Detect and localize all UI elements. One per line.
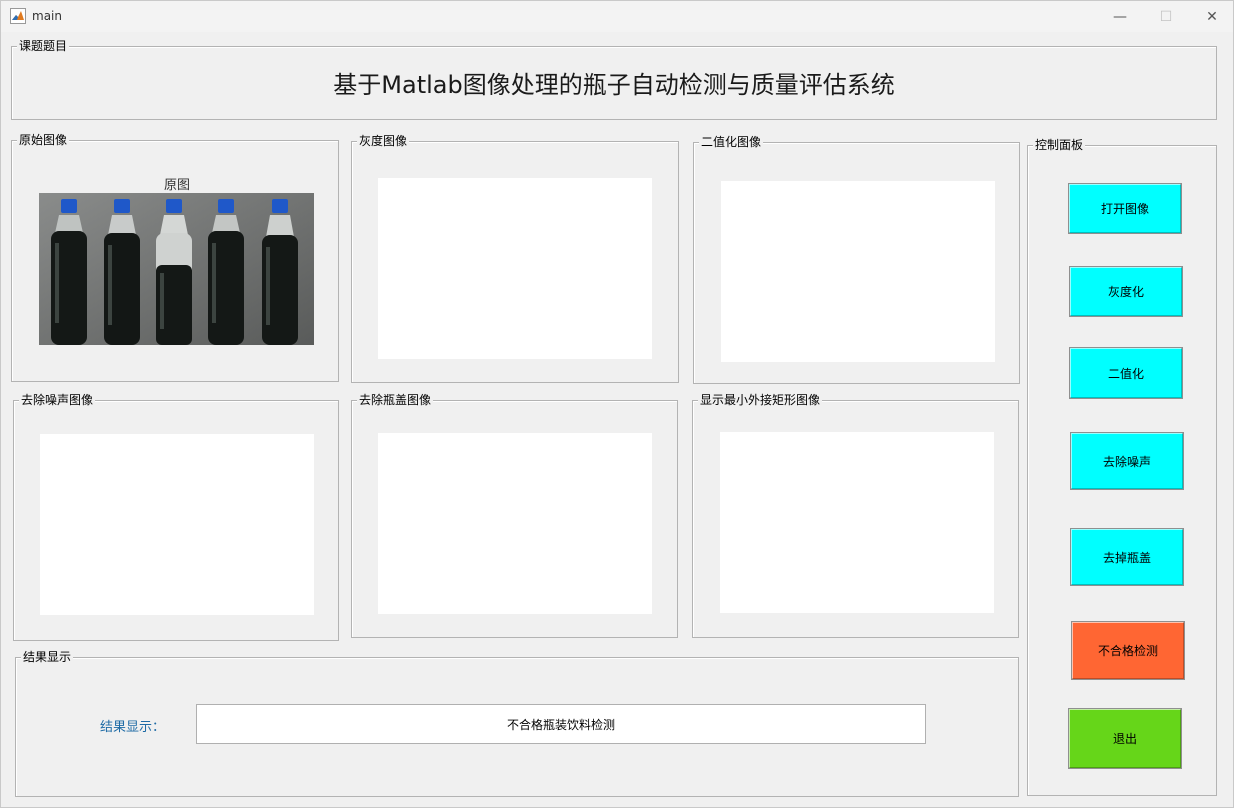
original-image-panel: 原始图像 原图 (11, 133, 339, 382)
denoise-image-legend: 去除噪声图像 (19, 393, 96, 407)
maximize-button[interactable]: ☐ (1143, 1, 1189, 32)
close-icon: ✕ (1206, 8, 1218, 25)
bottles-image (39, 193, 314, 345)
app-window: main — ☐ ✕ 课题题目 基于Matlab图像处理的瓶子自动检测与质量评估… (0, 0, 1234, 808)
window-title: main (32, 9, 62, 23)
binary-image-axes (721, 181, 995, 362)
bottles-photo (39, 193, 314, 345)
remove-cap-image-panel: 去除瓶盖图像 (351, 393, 678, 638)
denoise-image-axes (40, 434, 314, 615)
result-label: 结果显示： (100, 720, 166, 735)
binarize-button[interactable]: 二值化 (1069, 347, 1183, 399)
binary-image-panel: 二值化图像 (693, 135, 1020, 384)
matlab-app-icon (10, 8, 26, 24)
result-panel-legend: 结果显示 (21, 650, 74, 664)
min-rect-image-axes (720, 432, 994, 613)
result-display-field: 不合格瓶装饮料检测 (196, 704, 926, 744)
page-title: 基于Matlab图像处理的瓶子自动检测与质量评估系统 (333, 71, 895, 99)
min-rect-image-legend: 显示最小外接矩形图像 (698, 393, 823, 407)
minimize-button[interactable]: — (1097, 1, 1143, 32)
gray-image-panel: 灰度图像 (351, 134, 679, 383)
control-panel: 控制面板 打开图像 灰度化 二值化 去除噪声 去掉瓶盖 不合格检测 退出 (1027, 138, 1217, 796)
original-image-caption: 原图 (164, 178, 191, 193)
title-bar: main — ☐ ✕ (1, 1, 1233, 32)
grayscale-button[interactable]: 灰度化 (1069, 266, 1183, 317)
remove-cap-image-axes (378, 433, 652, 614)
original-image-legend: 原始图像 (17, 133, 70, 147)
denoise-image-panel: 去除噪声图像 (13, 393, 339, 641)
gray-image-legend: 灰度图像 (357, 134, 410, 148)
minimize-icon: — (1113, 8, 1127, 25)
title-panel: 课题题目 基于Matlab图像处理的瓶子自动检测与质量评估系统 (11, 39, 1217, 120)
result-panel: 结果显示 结果显示： 不合格瓶装饮料检测 (15, 650, 1019, 797)
binary-image-legend: 二值化图像 (699, 135, 764, 149)
open-image-button[interactable]: 打开图像 (1068, 183, 1182, 234)
close-button[interactable]: ✕ (1189, 1, 1234, 32)
min-rect-image-panel: 显示最小外接矩形图像 (692, 393, 1019, 638)
control-panel-legend: 控制面板 (1033, 138, 1086, 152)
exit-button[interactable]: 退出 (1068, 708, 1182, 769)
defect-detect-button[interactable]: 不合格检测 (1071, 621, 1185, 680)
denoise-button[interactable]: 去除噪声 (1070, 432, 1184, 490)
maximize-icon: ☐ (1159, 8, 1173, 25)
gray-image-axes (378, 178, 652, 359)
title-panel-legend: 课题题目 (17, 39, 70, 53)
remove-cap-button[interactable]: 去掉瓶盖 (1070, 528, 1184, 586)
remove-cap-image-legend: 去除瓶盖图像 (357, 393, 434, 407)
